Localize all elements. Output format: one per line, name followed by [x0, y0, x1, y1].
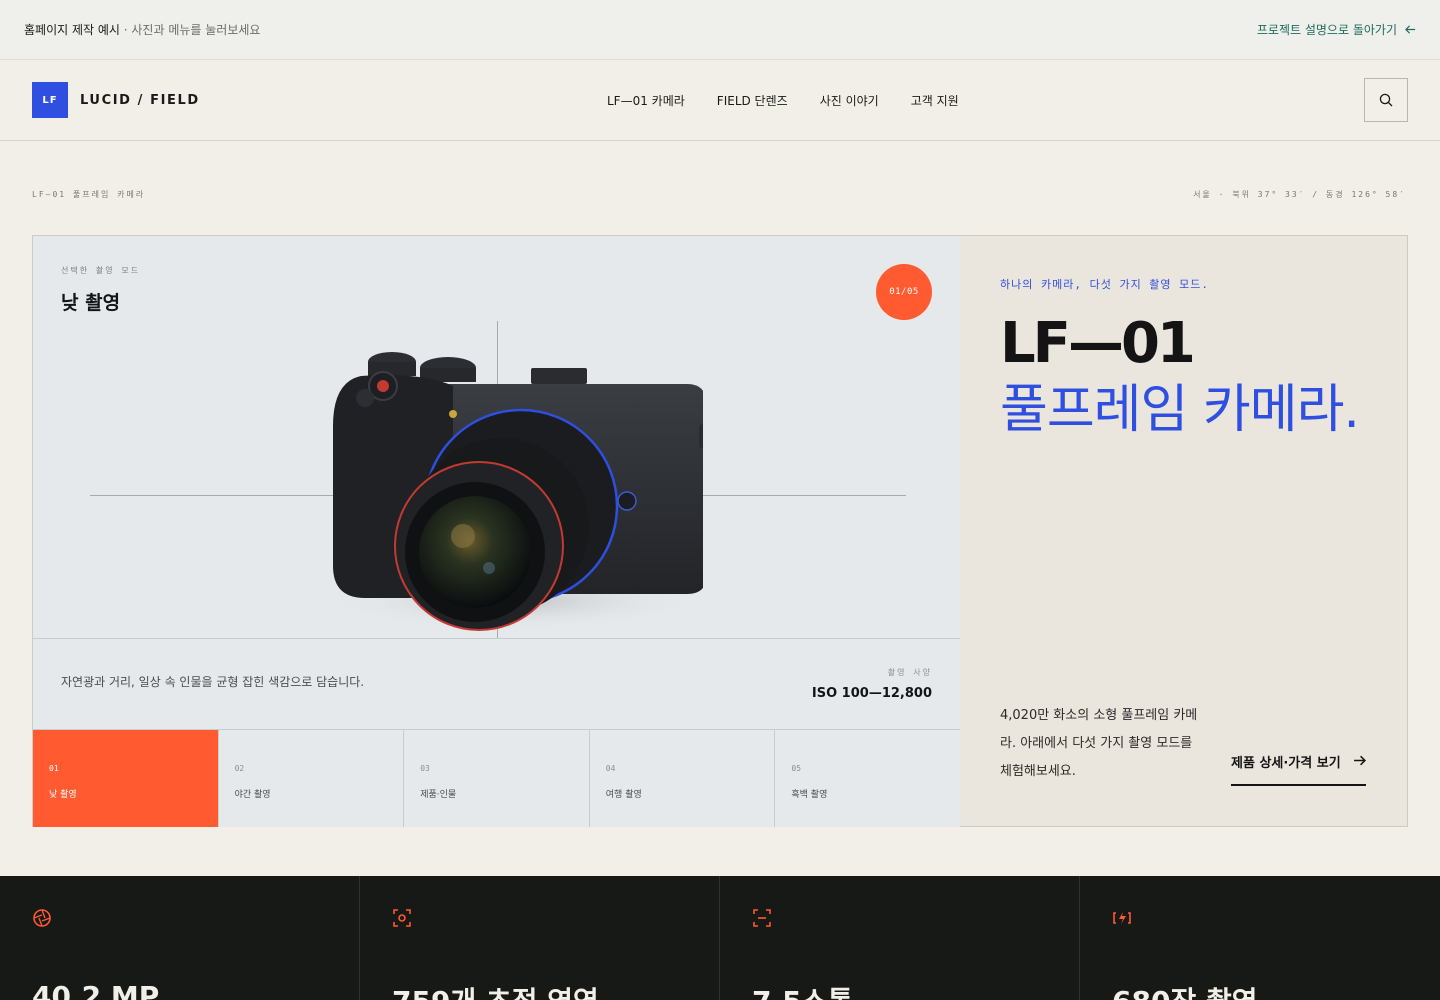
feature-battery: 680장 촬영 — [1080, 876, 1440, 1000]
tab-label: 야간 촬영 — [234, 790, 271, 800]
tab-label: 흑백 촬영 — [791, 790, 828, 800]
nav-item-support[interactable]: 고객 지원 — [911, 92, 959, 109]
tab-travel[interactable]: 04 여행 촬영 — [589, 730, 776, 827]
tab-monochrome[interactable]: 05 흑백 촬영 — [775, 730, 960, 827]
notice-hint: · 사진과 메뉴를 눌러보세요 — [119, 23, 261, 37]
notice-title: 홈페이지 제작 예시 — [24, 23, 120, 37]
arrow-left-icon — [1405, 25, 1416, 34]
tab-number: 01 — [49, 764, 59, 773]
feature-value: 7.5스톱 — [752, 980, 853, 1000]
nav-item-lens[interactable]: FIELD 단렌즈 — [717, 92, 788, 109]
product-summary: 하나의 카메라, 다섯 가지 촬영 모드. LF—01 풀프레임 카메라. 4,… — [960, 236, 1407, 826]
arrow-right-icon — [1354, 755, 1366, 766]
brand-name[interactable]: LUCID / FIELD — [80, 93, 200, 108]
aperture-icon — [33, 909, 51, 927]
battery-icon — [1113, 912, 1131, 924]
search-icon — [1379, 93, 1393, 107]
back-link-label: 프로젝트 설명으로 돌아가기 — [1256, 23, 1397, 37]
mode-counter: 01/05 — [876, 264, 932, 320]
model-subtitle: 풀프레임 카메라. — [1000, 380, 1360, 440]
feature-focus: 759개 초점 영역 — [360, 876, 720, 1000]
location-meta: 서울 · 북위 37° 33′ / 동경 126° 58′ — [1193, 190, 1406, 199]
hero-panel: 선택한 촬영 모드 낮 촬영 01/05 자연광과 거리, 일상 속 인물을 균… — [32, 235, 1408, 827]
feature-value: 40.2 MP — [32, 980, 160, 1000]
notice-text: 홈페이지 제작 예시 · 사진과 메뉴를 눌러보세요 — [24, 21, 260, 38]
feature-stabilization: 7.5스톱 — [720, 876, 1080, 1000]
tagline: 하나의 카메라, 다섯 가지 촬영 모드. — [1000, 278, 1210, 291]
feature-value: 759개 초점 영역 — [392, 980, 599, 1000]
main-nav: LF—01 카메라 FIELD 단렌즈 사진 이야기 고객 지원 — [607, 60, 959, 140]
search-button[interactable] — [1364, 78, 1408, 122]
nav-item-stories[interactable]: 사진 이야기 — [820, 92, 879, 109]
mode-tabs: 01 낮 촬영 02 야간 촬영 03 제품·인물 04 여행 촬영 05 흑백… — [33, 730, 960, 827]
product-intro: 4,020만 화소의 소형 풀프레임 카메라. 아래에서 다섯 가지 촬영 모드… — [1000, 708, 1198, 779]
tab-product-portrait[interactable]: 03 제품·인물 — [404, 730, 590, 827]
tab-number: 03 — [420, 764, 430, 773]
tab-label: 제품·인물 — [420, 790, 457, 800]
tab-label: 낮 촬영 — [49, 790, 77, 800]
spec-value: ISO 100—12,800 — [811, 686, 932, 701]
site-header: LF LUCID / FIELD LF—01 카메라 FIELD 단렌즈 사진 … — [0, 60, 1440, 141]
mode-title: 낮 촬영 — [61, 292, 121, 314]
product-detail-link[interactable]: 제품 상세·가격 보기 — [1231, 748, 1366, 786]
feature-resolution: 40.2 MP — [0, 876, 360, 1000]
tab-number: 02 — [234, 764, 245, 773]
tab-number: 05 — [791, 764, 802, 773]
mode-label: 선택한 촬영 모드 — [61, 266, 141, 275]
camera-image — [323, 352, 703, 631]
stabilizer-icon — [753, 909, 771, 927]
notice-bar: 홈페이지 제작 예시 · 사진과 메뉴를 눌러보세요 프로젝트 설명으로 돌아가… — [0, 0, 1440, 60]
back-link[interactable]: 프로젝트 설명으로 돌아가기 — [1257, 21, 1416, 38]
feature-strip: 40.2 MP 759개 초점 영역 7.5스톱 680장 촬영 — [0, 876, 1440, 1000]
tab-daylight[interactable]: 01 낮 촬영 — [33, 730, 219, 827]
mode-caption: 자연광과 거리, 일상 속 인물을 균형 잡힌 색감으로 담습니다. 촬영 사양… — [33, 639, 960, 730]
tab-label: 여행 촬영 — [605, 790, 642, 800]
spec-label: 촬영 사양 — [887, 668, 932, 677]
nav-item-camera[interactable]: LF—01 카메라 — [607, 92, 685, 109]
mode-description: 자연광과 거리, 일상 속 인물을 균형 잡힌 색감으로 담습니다. — [61, 675, 365, 689]
focus-icon — [393, 909, 411, 927]
tab-number: 04 — [605, 764, 616, 773]
tab-night[interactable]: 02 야간 촬영 — [218, 730, 405, 827]
model-name: LF—01 — [1000, 311, 1196, 376]
cta-label: 제품 상세·가격 보기 — [1231, 756, 1341, 771]
photo-stage: 선택한 촬영 모드 낮 촬영 01/05 — [33, 236, 960, 639]
feature-value: 680장 촬영 — [1112, 980, 1257, 1000]
logo-mark[interactable]: LF — [32, 82, 68, 118]
product-meta: LF—01 풀프레임 카메라 — [32, 190, 146, 199]
